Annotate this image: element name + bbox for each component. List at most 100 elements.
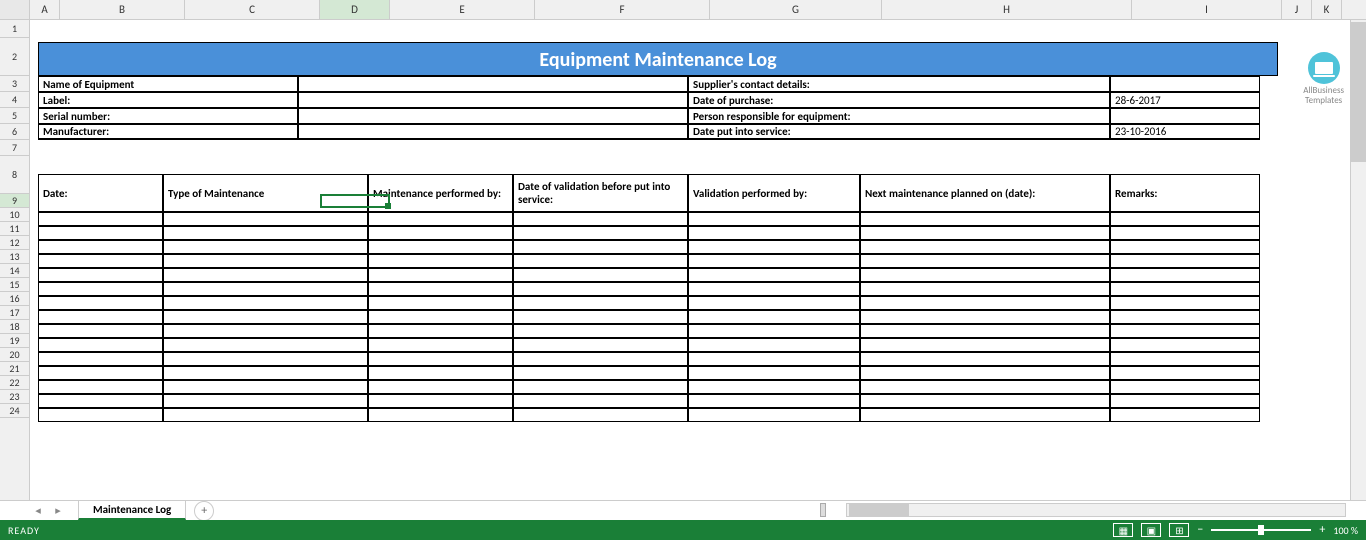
table-cell[interactable] [860, 296, 1110, 310]
table-cell[interactable] [688, 408, 860, 422]
table-cell[interactable] [163, 380, 368, 394]
row-header-23[interactable]: 23 [0, 390, 29, 404]
table-cell[interactable] [688, 240, 860, 254]
horizontal-scrollbar-thumb[interactable] [849, 504, 909, 516]
table-cell[interactable] [163, 324, 368, 338]
table-cell[interactable] [860, 366, 1110, 380]
vertical-scrollbar[interactable] [1350, 20, 1366, 500]
row-header-3[interactable]: 3 [0, 76, 29, 92]
row-header-10[interactable]: 10 [0, 208, 29, 222]
table-cell[interactable] [860, 282, 1110, 296]
table-cell[interactable] [688, 366, 860, 380]
row-header-13[interactable]: 13 [0, 250, 29, 264]
table-cell[interactable] [38, 212, 163, 226]
table-cell[interactable] [1110, 282, 1260, 296]
table-cell[interactable] [38, 324, 163, 338]
table-cell[interactable] [38, 226, 163, 240]
row-header-7[interactable]: 7 [0, 140, 29, 156]
tab-nav-next[interactable]: ▸ [50, 503, 66, 519]
tab-nav-prev[interactable]: ◂ [30, 503, 46, 519]
table-cell[interactable] [163, 282, 368, 296]
table-cell[interactable] [368, 240, 513, 254]
row-header-17[interactable]: 17 [0, 306, 29, 320]
table-cell[interactable] [38, 352, 163, 366]
table-cell[interactable] [368, 338, 513, 352]
table-cell[interactable] [1110, 296, 1260, 310]
table-cell[interactable] [163, 254, 368, 268]
table-cell[interactable] [368, 366, 513, 380]
table-cell[interactable] [860, 408, 1110, 422]
zoom-out-button[interactable]: − [1197, 523, 1203, 537]
table-cell[interactable] [163, 268, 368, 282]
table-cell[interactable] [1110, 310, 1260, 324]
cells-area[interactable]: Equipment Maintenance Log Name of Equipm… [30, 20, 1366, 500]
zoom-in-button[interactable]: + [1319, 523, 1325, 537]
table-cell[interactable] [860, 338, 1110, 352]
column-header-C[interactable]: C [185, 0, 320, 19]
row-header-8[interactable]: 8 [0, 156, 29, 194]
row-header-4[interactable]: 4 [0, 92, 29, 108]
table-cell[interactable] [368, 380, 513, 394]
table-cell[interactable] [38, 310, 163, 324]
table-cell[interactable] [860, 394, 1110, 408]
horizontal-scrollbar[interactable] [846, 503, 1346, 517]
table-cell[interactable] [368, 212, 513, 226]
table-cell[interactable] [513, 226, 688, 240]
table-cell[interactable] [688, 282, 860, 296]
table-cell[interactable] [860, 324, 1110, 338]
info-right-value-2[interactable] [1110, 108, 1260, 124]
table-cell[interactable] [368, 296, 513, 310]
row-header-2[interactable]: 2 [0, 38, 29, 76]
select-all-corner[interactable] [0, 0, 30, 19]
table-cell[interactable] [513, 338, 688, 352]
view-page-layout-icon[interactable]: ▣ [1141, 523, 1161, 537]
table-cell[interactable] [688, 394, 860, 408]
table-cell[interactable] [368, 352, 513, 366]
row-header-11[interactable]: 11 [0, 222, 29, 236]
table-cell[interactable] [38, 380, 163, 394]
row-header-20[interactable]: 20 [0, 348, 29, 362]
info-left-value-1[interactable] [298, 92, 688, 108]
column-header-G[interactable]: G [710, 0, 882, 19]
info-left-value-2[interactable] [298, 108, 688, 124]
table-cell[interactable] [163, 408, 368, 422]
table-cell[interactable] [513, 254, 688, 268]
table-cell[interactable] [513, 366, 688, 380]
table-cell[interactable] [163, 240, 368, 254]
column-header-D[interactable]: D [320, 0, 390, 19]
sheet-tab-active[interactable]: Maintenance Log [78, 501, 186, 520]
column-header-K[interactable]: K [1312, 0, 1342, 19]
row-header-16[interactable]: 16 [0, 292, 29, 306]
table-cell[interactable] [163, 352, 368, 366]
table-cell[interactable] [688, 212, 860, 226]
table-cell[interactable] [163, 212, 368, 226]
info-left-value-0[interactable] [298, 76, 688, 92]
row-header-15[interactable]: 15 [0, 278, 29, 292]
table-cell[interactable] [688, 380, 860, 394]
table-cell[interactable] [860, 226, 1110, 240]
table-cell[interactable] [368, 408, 513, 422]
row-header-21[interactable]: 21 [0, 362, 29, 376]
row-header-18[interactable]: 18 [0, 320, 29, 334]
table-cell[interactable] [38, 268, 163, 282]
view-normal-icon[interactable]: ▦ [1113, 523, 1133, 537]
table-cell[interactable] [513, 240, 688, 254]
table-cell[interactable] [688, 338, 860, 352]
zoom-level[interactable]: 100 % [1333, 524, 1358, 537]
table-cell[interactable] [688, 296, 860, 310]
view-page-break-icon[interactable]: ⊞ [1169, 523, 1189, 537]
table-cell[interactable] [688, 310, 860, 324]
table-cell[interactable] [38, 338, 163, 352]
table-cell[interactable] [1110, 324, 1260, 338]
table-cell[interactable] [860, 268, 1110, 282]
table-cell[interactable] [860, 352, 1110, 366]
zoom-slider[interactable] [1211, 529, 1311, 531]
table-cell[interactable] [513, 296, 688, 310]
column-header-H[interactable]: H [882, 0, 1132, 19]
column-header-J[interactable]: J [1282, 0, 1312, 19]
table-cell[interactable] [163, 394, 368, 408]
table-cell[interactable] [860, 380, 1110, 394]
table-cell[interactable] [163, 310, 368, 324]
info-left-value-3[interactable] [298, 124, 688, 140]
table-cell[interactable] [513, 268, 688, 282]
